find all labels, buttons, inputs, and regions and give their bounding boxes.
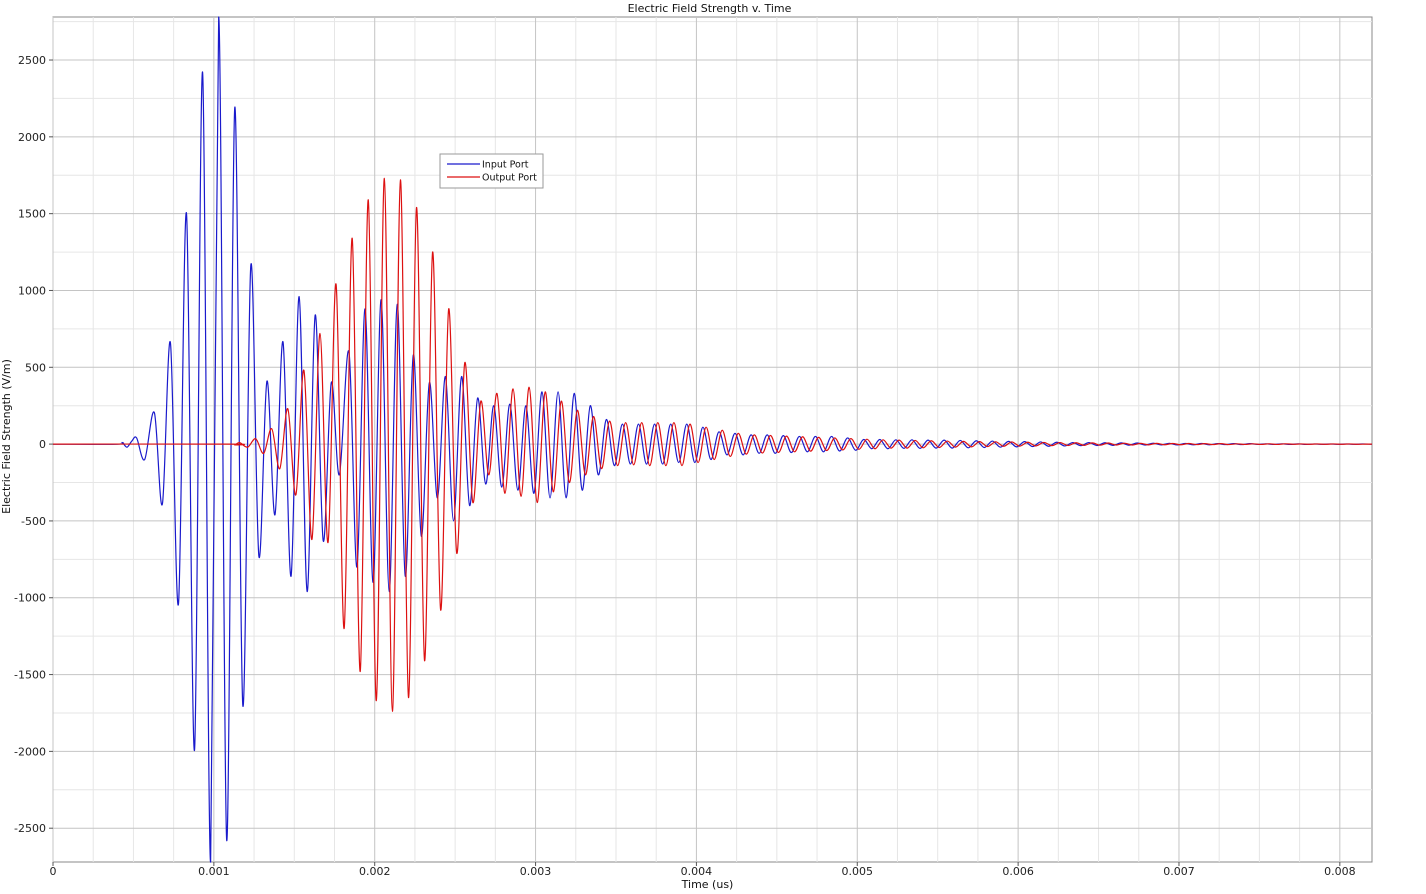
x-axis-label: Time (us): [681, 878, 734, 891]
x-tick-label: 0.007: [1163, 865, 1195, 878]
y-tick-label: -2000: [14, 745, 46, 758]
chart-title: Electric Field Strength v. Time: [628, 2, 792, 15]
x-tick-label: 0.003: [520, 865, 552, 878]
x-tick-label: 0.005: [842, 865, 874, 878]
y-tick-label: 2000: [18, 131, 46, 144]
plot-area: [52, 16, 1373, 863]
electric-field-chart: 0 0.001 0.002 0.003 0.004 0.005 0.006 0.007 0.00…: [0, 2, 1373, 891]
x-tick-label: 0: [50, 865, 57, 878]
legend-label-output-port: Output Port: [482, 173, 537, 184]
y-tick-label: 1000: [18, 284, 46, 297]
y-tick-label: 1500: [18, 208, 46, 221]
y-tick-label: -1000: [14, 592, 46, 605]
legend-label-input-port: Input Port: [482, 160, 529, 171]
x-axis-ticks: 0 0.001 0.002 0.003 0.004 0.005 0.006 0.007 0.00…: [50, 862, 1356, 878]
x-tick-label: 0.006: [1002, 865, 1034, 878]
y-tick-label: 2500: [18, 54, 46, 67]
y-tick-label: -2500: [14, 822, 46, 835]
legend: Input Port Output Port: [439, 153, 544, 189]
x-tick-label: 0.004: [681, 865, 713, 878]
y-tick-label: -1500: [14, 669, 46, 682]
y-tick-label: 500: [25, 361, 46, 374]
x-tick-label: 0.001: [198, 865, 230, 878]
x-tick-label: 0.002: [359, 865, 391, 878]
x-tick-label: 0.008: [1324, 865, 1356, 878]
y-axis-label: Electric Field Strength (V/m): [0, 359, 13, 514]
y-tick-label: -500: [21, 515, 46, 528]
y-tick-label: 0: [39, 438, 46, 451]
y-axis-ticks: -2500 -2000 -1500 -1000 -500 0 500 1000 1500 2000…: [14, 54, 53, 835]
